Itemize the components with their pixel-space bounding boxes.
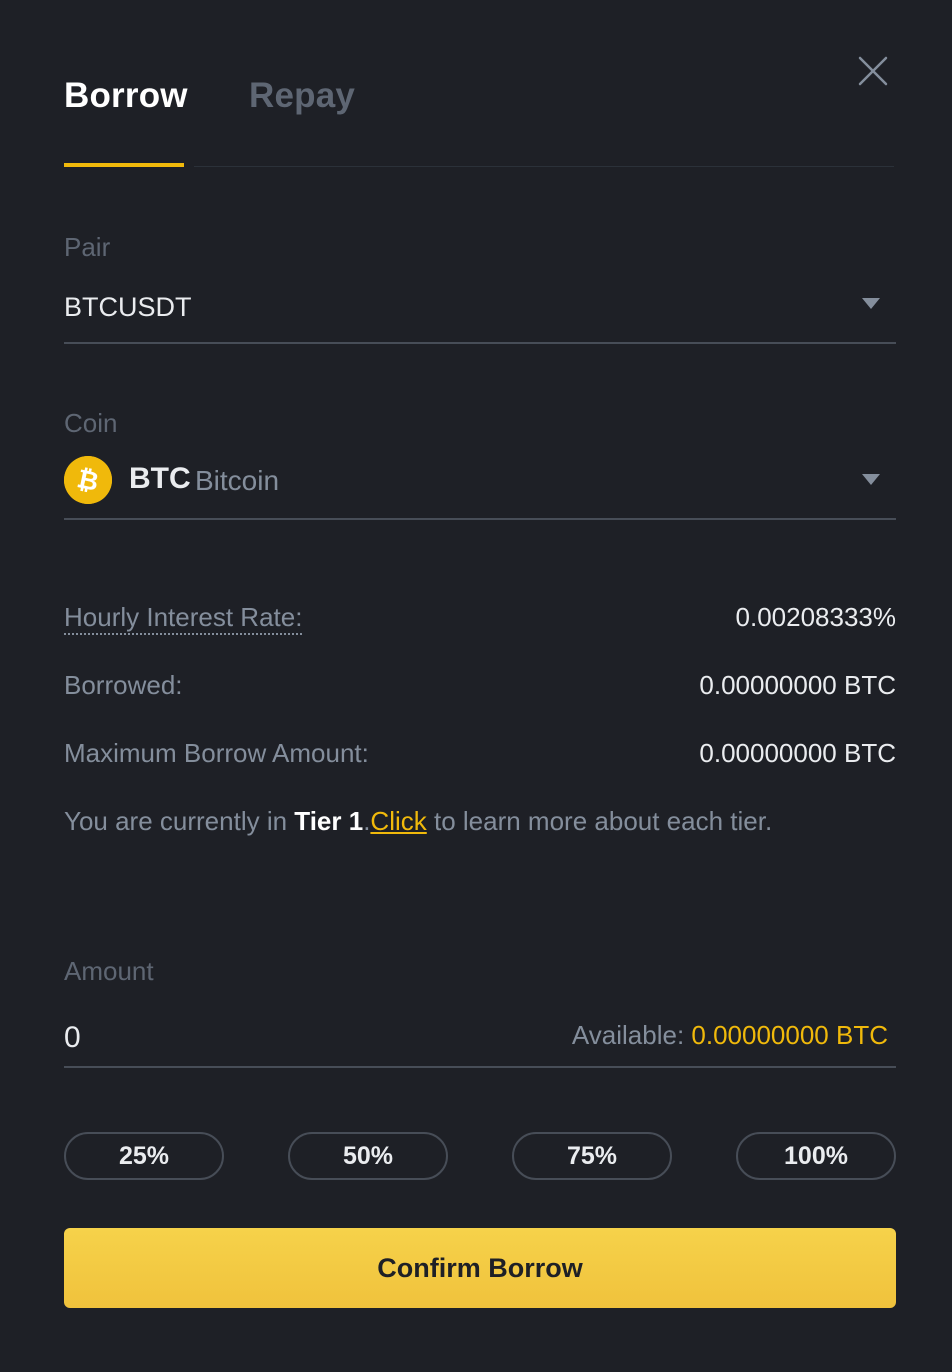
tab-bar: Borrow Repay: [64, 70, 896, 168]
hourly-interest-row: Hourly Interest Rate: 0.00208333%: [64, 602, 896, 642]
chevron-down-icon: [862, 474, 880, 485]
max-borrow-value: 0.00000000 BTC: [699, 738, 896, 768]
pair-value: BTCUSDT: [64, 292, 192, 322]
tier-name: Tier 1: [294, 806, 364, 836]
borrowed-row: Borrowed: 0.00000000 BTC: [64, 670, 896, 710]
borrow-modal: Borrow Repay Pair BTCUSDT Coin ₿ BTC Bit…: [0, 0, 952, 1372]
coin-select[interactable]: ₿ BTC Bitcoin: [64, 440, 896, 520]
active-tab-indicator: [64, 163, 184, 167]
available-value: 0.00000000 BTC: [691, 1020, 888, 1050]
borrowed-value: 0.00000000 BTC: [699, 670, 896, 700]
amount-input[interactable]: [64, 1018, 464, 1058]
tab-repay[interactable]: Repay: [249, 76, 355, 116]
pair-label: Pair: [64, 232, 111, 262]
percent-25-button[interactable]: 25%: [64, 1132, 224, 1180]
tier-prefix: You are currently in: [64, 806, 295, 836]
tab-borrow[interactable]: Borrow: [64, 76, 188, 116]
percent-100-button[interactable]: 100%: [736, 1132, 896, 1180]
amount-label: Amount: [64, 956, 154, 986]
coin-symbol: BTC: [129, 462, 191, 495]
chevron-down-icon: [862, 298, 880, 309]
amount-field: Available: 0.00000000 BTC: [64, 1010, 896, 1068]
confirm-borrow-button[interactable]: Confirm Borrow: [64, 1228, 896, 1308]
coin-name: Bitcoin: [195, 465, 280, 496]
bitcoin-icon: ₿: [64, 456, 112, 504]
available-balance: Available: 0.00000000 BTC: [572, 1020, 888, 1051]
tier-learn-more-link[interactable]: Click: [370, 806, 426, 836]
coin-label: Coin: [64, 408, 118, 438]
hourly-interest-label[interactable]: Hourly Interest Rate:: [64, 602, 303, 635]
percent-75-button[interactable]: 75%: [512, 1132, 672, 1180]
max-borrow-row: Maximum Borrow Amount: 0.00000000 BTC: [64, 738, 896, 778]
max-borrow-label: Maximum Borrow Amount:: [64, 738, 369, 768]
available-label: Available:: [571, 1020, 692, 1050]
borrowed-label: Borrowed:: [64, 670, 183, 700]
percent-50-button[interactable]: 50%: [288, 1132, 448, 1180]
hourly-interest-value: 0.00208333%: [735, 602, 896, 632]
pair-select[interactable]: BTCUSDT: [64, 264, 896, 344]
tier-info: You are currently in Tier 1.Click to lea…: [64, 806, 772, 837]
tab-divider: [194, 166, 894, 167]
tier-suffix: to learn more about each tier.: [426, 806, 773, 836]
